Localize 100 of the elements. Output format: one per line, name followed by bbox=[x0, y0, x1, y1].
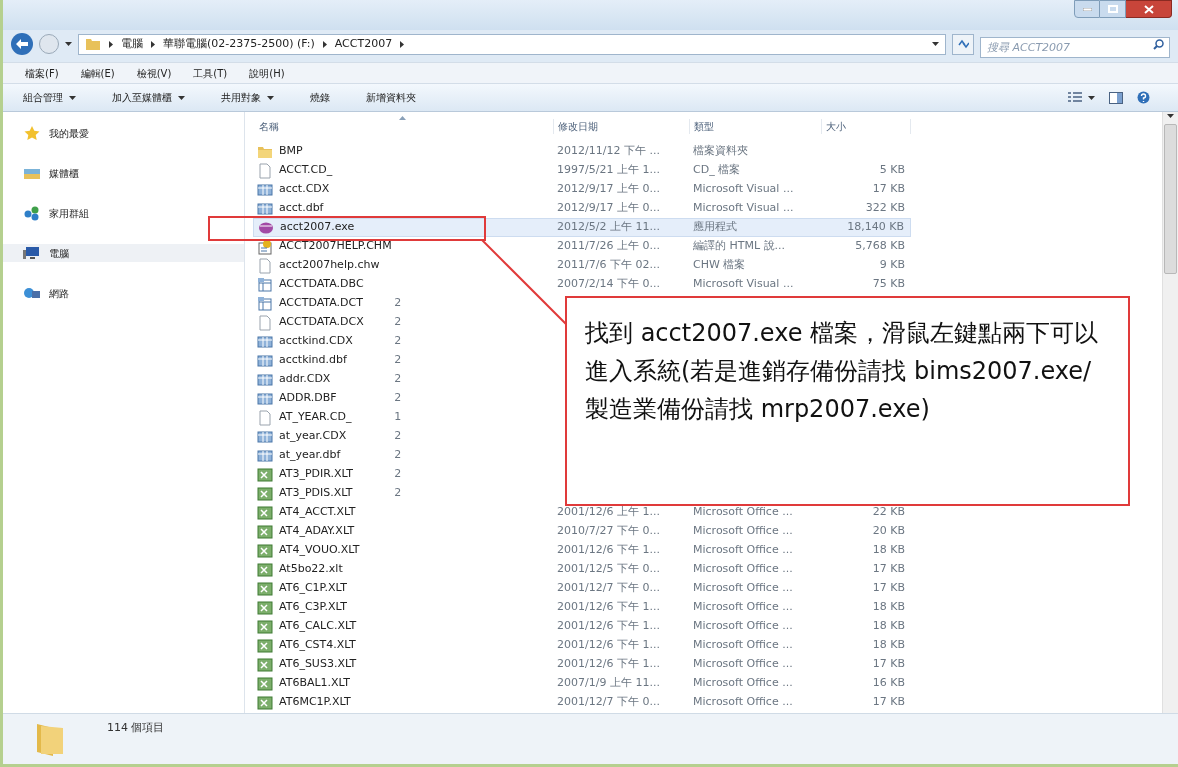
file-name: at_year.CDX bbox=[279, 428, 347, 445]
file-row[interactable]: AT6_CST4.XLT 2001/12/6 下午 1... Microsoft Office ... 18 KB bbox=[253, 636, 911, 655]
file-name: acct.dbf bbox=[279, 200, 324, 217]
file-icon bbox=[257, 409, 273, 426]
file-size: 22 KB bbox=[872, 505, 905, 519]
file-row[interactable]: addr.CDX 2 bbox=[253, 370, 559, 389]
toolbar-button[interactable]: 新增資料夾 bbox=[366, 90, 416, 105]
menu-item[interactable]: 檔案(F) bbox=[25, 65, 59, 81]
file-row[interactable]: acctkind.dbf 2 bbox=[253, 351, 559, 370]
breadcrumb[interactable]: 電腦 bbox=[121, 35, 143, 53]
help-file-icon bbox=[257, 238, 273, 255]
column-header[interactable]: 大小 bbox=[821, 118, 911, 134]
modified-date: 2010/7/27 下午 0... bbox=[557, 524, 660, 538]
file-row[interactable]: AT_YEAR.CD_ 1 bbox=[253, 408, 559, 427]
modified-date: 1997/5/21 上午 1... bbox=[557, 163, 660, 177]
menu-item[interactable]: 編輯(E) bbox=[80, 65, 115, 81]
computer-icon bbox=[23, 245, 41, 261]
toolbar-button[interactable]: 燒錄 bbox=[310, 90, 330, 105]
view-options-button[interactable] bbox=[1068, 92, 1095, 103]
file-size: 18 KB bbox=[872, 619, 905, 633]
menu-item[interactable]: 說明(H) bbox=[249, 65, 285, 81]
file-name: AT6_C3P.XLT bbox=[279, 599, 347, 616]
column-header[interactable]: 類型 bbox=[689, 118, 821, 134]
file-row[interactable]: AT6_C3P.XLT 2001/12/6 下午 1... Microsoft Office ... 18 KB bbox=[253, 598, 911, 617]
file-row[interactable]: acct2007help.chw 2011/7/6 下午 02... CHW 檔案 9 KB bbox=[253, 256, 911, 275]
refresh-button[interactable] bbox=[952, 33, 974, 55]
file-icon bbox=[257, 257, 273, 274]
file-row[interactable]: AT6_SUS3.XLT 2001/12/6 下午 1... Microsoft Office ... 17 KB bbox=[253, 655, 911, 674]
menu-item[interactable]: 工具(T) bbox=[193, 65, 228, 81]
file-type: Microsoft Office ... bbox=[693, 524, 793, 538]
file-name: ACCT2007HELP.CHM bbox=[279, 238, 392, 255]
spreadsheet-icon bbox=[257, 523, 273, 540]
spreadsheet-icon bbox=[257, 675, 273, 692]
breadcrumb[interactable]: 華聯電腦(02-2375-2500) (F:) bbox=[163, 35, 315, 53]
file-row[interactable]: at_year.dbf 2 bbox=[253, 446, 559, 465]
file-size: 9 KB bbox=[879, 258, 905, 272]
modified-date: 2 bbox=[394, 372, 402, 386]
scrollbar-thumb[interactable] bbox=[1164, 124, 1177, 274]
file-row[interactable]: acct2007.exe 2012/5/2 上午 11... 應用程式 18,140 KB bbox=[253, 218, 911, 237]
file-type: Microsoft Office ... bbox=[693, 505, 793, 519]
search-field[interactable]: 搜尋 ACCT2007 bbox=[980, 36, 1170, 58]
network-icon bbox=[23, 285, 41, 301]
file-icon bbox=[257, 162, 273, 179]
modified-date: 2 bbox=[394, 486, 402, 500]
sidebar-item[interactable]: 我的最愛 bbox=[3, 124, 244, 142]
file-icon bbox=[257, 314, 273, 331]
file-row[interactable]: At5bo22.xlt 2001/12/5 下午 0... Microsoft Office ... 17 KB bbox=[253, 560, 911, 579]
sidebar-item[interactable]: 電腦 bbox=[3, 244, 244, 262]
file-row[interactable]: AT4_ACCT.XLT 2001/12/6 上午 1... Microsoft Office ... 22 KB bbox=[253, 503, 911, 522]
scroll-up-icon bbox=[1167, 114, 1174, 118]
menu-item[interactable]: 檢視(V) bbox=[136, 65, 172, 81]
spreadsheet-icon bbox=[257, 580, 273, 597]
toolbar-button[interactable]: 組合管理 bbox=[23, 90, 76, 105]
file-row[interactable]: AT4_ADAY.XLT 2010/7/27 下午 0... Microsoft Office ... 20 KB bbox=[253, 522, 911, 541]
modified-date: 2012/11/12 下午 ... bbox=[557, 144, 660, 158]
file-name: ADDR.DBF bbox=[279, 390, 337, 407]
back-button[interactable] bbox=[11, 33, 33, 55]
file-type: Microsoft Office ... bbox=[693, 657, 793, 671]
file-row[interactable]: AT6_CALC.XLT 2001/12/6 下午 1... Microsoft Office ... 18 KB bbox=[253, 617, 911, 636]
file-type: Microsoft Office ... bbox=[693, 619, 793, 633]
file-row[interactable]: at_year.CDX 2 bbox=[253, 427, 559, 446]
file-type: Microsoft Office ... bbox=[693, 543, 793, 557]
column-header[interactable]: 名稱 bbox=[253, 118, 553, 134]
file-row[interactable]: acct.dbf 2012/9/17 上午 0... Microsoft Visual ... 322 KB bbox=[253, 199, 911, 218]
file-row[interactable]: ACCTDATA.DCX 2 bbox=[253, 313, 559, 332]
toolbar-button[interactable]: 加入至媒體櫃 bbox=[112, 90, 185, 105]
file-size: 17 KB bbox=[872, 562, 905, 576]
address-bar[interactable]: 電腦 華聯電腦(02-2375-2500) (F:) ACCT2007 bbox=[78, 33, 946, 55]
scrollbar[interactable] bbox=[1162, 112, 1178, 713]
file-row[interactable]: BMP 2012/11/12 下午 ... 檔案資料夾 bbox=[253, 142, 911, 161]
file-size: 16 KB bbox=[872, 676, 905, 690]
file-row[interactable]: AT3_PDIR.XLT 2 bbox=[253, 465, 559, 484]
column-header[interactable]: 修改日期 bbox=[553, 118, 689, 134]
search-icon bbox=[1153, 38, 1164, 50]
file-type: Microsoft Visual ... bbox=[693, 277, 794, 291]
file-row[interactable]: ACCTDATA.DCT 2 bbox=[253, 294, 559, 313]
file-row[interactable]: AT3_PDIS.XLT 2 bbox=[253, 484, 559, 503]
file-row[interactable]: ADDR.DBF 2 bbox=[253, 389, 559, 408]
file-row[interactable]: AT6_C1P.XLT 2001/12/7 下午 0... Microsoft Office ... 17 KB bbox=[253, 579, 911, 598]
preview-pane-button[interactable] bbox=[1109, 91, 1123, 104]
breadcrumb[interactable]: ACCT2007 bbox=[334, 35, 393, 53]
file-row[interactable]: acct.CDX 2012/9/17 上午 0... Microsoft Visual ... 17 KB bbox=[253, 180, 911, 199]
file-row[interactable]: ACCT2007HELP.CHM 2011/7/26 上午 0... 編譯的 HTML 說... 5,768 KB bbox=[253, 237, 911, 256]
file-size: 18,140 KB bbox=[847, 220, 904, 234]
sidebar-item[interactable]: 家用群組 bbox=[3, 204, 244, 222]
sidebar-item[interactable]: 媒體櫃 bbox=[3, 164, 244, 182]
toolbar-button[interactable]: 共用對象 bbox=[221, 90, 274, 105]
file-row[interactable]: ACCTDATA.DBC 2007/2/14 下午 0... Microsoft Visual ... 75 KB bbox=[253, 275, 911, 294]
sidebar-item[interactable]: 網路 bbox=[3, 284, 244, 302]
close-button[interactable] bbox=[1126, 0, 1172, 18]
file-row[interactable]: AT6MC1P.XLT 2001/12/7 下午 0... Microsoft Office ... 17 KB bbox=[253, 693, 911, 712]
file-row[interactable]: AT4_VOUO.XLT 2001/12/6 下午 1... Microsoft Office ... 18 KB bbox=[253, 541, 911, 560]
address-caret-icon bbox=[932, 42, 939, 46]
file-row[interactable]: acctkind.CDX 2 bbox=[253, 332, 559, 351]
file-row[interactable]: ACCT.CD_ 1997/5/21 上午 1... CD_ 檔案 5 KB bbox=[253, 161, 911, 180]
file-row[interactable]: AT6BAL1.XLT 2007/1/9 上午 11... Microsoft Office ... 16 KB bbox=[253, 674, 911, 693]
file-size: 17 KB bbox=[872, 657, 905, 671]
maximize-button[interactable] bbox=[1100, 0, 1126, 18]
help-button[interactable] bbox=[1137, 91, 1150, 104]
modified-date: 2 bbox=[394, 315, 402, 329]
